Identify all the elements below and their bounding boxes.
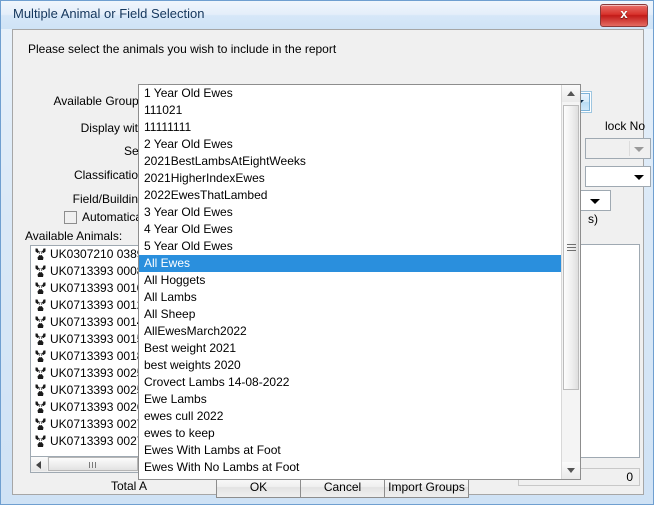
dropdown-option[interactable]: 5 Year Old Ewes [139,238,562,255]
animal-id-label: UK0713393 00276 [50,434,151,448]
sex-combo[interactable] [585,138,651,159]
dropdown-option[interactable]: 3 Year Old Ewes [139,204,562,221]
available-groups-dropdown-popup[interactable]: 1 Year Old Ewes 111021 11111111 2 Year Old … [138,84,581,480]
dropdown-option[interactable]: Best weight 2021 [139,340,562,357]
classification-combo[interactable] [585,166,651,187]
animal-id-label: UK0713393 00274 [50,417,151,431]
close-button[interactable]: x [600,4,648,27]
animal-id-label: UK0713393 00151 [50,332,151,346]
label-available-animals: Available Animals: [25,229,123,243]
animal-id-label: UK0713393 00103 [50,281,151,295]
selected-count-fragment: s) [588,212,598,226]
dropdown-option[interactable]: 2022EwesThatLambed [139,187,562,204]
scroll-up-button[interactable] [562,85,580,102]
chevron-down-icon [634,174,644,180]
scrollbar-thumb[interactable] [48,457,138,471]
animal-id-label: UK0713393 00184 [50,349,151,363]
label-available-groups: Available Groups: [53,94,149,108]
dropdown-option[interactable]: EwesToJacob2021 [139,476,562,479]
label-display-with: Display with: [80,121,148,135]
dialog-window: Multiple Animal or Field Selection x Ple… [0,0,654,505]
dropdown-option[interactable]: ewes cull 2022 [139,408,562,425]
auto-include-checkbox[interactable] [64,211,77,224]
window-title: Multiple Animal or Field Selection [13,6,205,21]
dropdown-option[interactable]: 11111111 [139,119,562,136]
dropdown-option[interactable]: 111021 [139,102,562,119]
instruction-text: Please select the animals you wish to in… [28,42,337,56]
sheep-icon [34,332,47,347]
dropdown-option[interactable]: All Lambs [139,289,562,306]
dropdown-option[interactable]: 1 Year Old Ewes [139,85,562,102]
sheep-icon [34,247,47,262]
scroll-down-button[interactable] [562,462,580,479]
animal-id-label: UK0713393 00141 [50,315,151,329]
sheep-icon [34,383,47,398]
dropdown-option[interactable]: ewes to keep [139,425,562,442]
selected-count-value: 0 [626,470,633,484]
combo-divider [629,141,630,156]
label-classification: Classification: [73,168,148,182]
dropdown-option[interactable]: Ewes With No Lambs at Foot [139,459,562,476]
dropdown-option[interactable]: Ewes With Lambs at Foot [139,442,562,459]
screenshot-root: Multiple Animal or Field Selection x Ple… [0,0,654,505]
sheep-icon [34,349,47,364]
sheep-icon [34,434,47,449]
animal-id-label: UK0713393 00121 [50,298,151,312]
total-animals-label: Total A [111,479,148,493]
title-bar: Multiple Animal or Field Selection x [1,1,653,29]
dropdown-option[interactable]: 2021HigherIndexEwes [139,170,562,187]
dropdown-option[interactable]: Ewe Lambs [139,391,562,408]
dropdown-option[interactable]: best weights 2020 [139,357,562,374]
label-field-building: Field/Building: [72,192,148,206]
sheep-icon [34,315,47,330]
dropdown-option-selected[interactable]: All Ewes [139,255,562,272]
sheep-icon [34,298,47,313]
grip-icon [89,462,97,468]
sheep-icon [34,400,47,415]
dropdown-option[interactable]: All Hoggets [139,272,562,289]
dropdown-option[interactable]: All Sheep [139,306,562,323]
scroll-left-button[interactable] [31,457,47,471]
animal-id-label: UK0713393 00254 [50,383,151,397]
label-flock-no: lock No [605,119,646,133]
dropdown-option[interactable]: Crovect Lambs 14-08-2022 [139,374,562,391]
close-icon: x [620,6,628,21]
sheep-icon [34,281,47,296]
dropdown-option-list[interactable]: 1 Year Old Ewes 111021 11111111 2 Year Old … [139,85,562,479]
animal-id-label: UK0307210 03896 [50,247,151,261]
label-sex: Sex: [123,144,148,158]
animal-id-label: UK0713393 00269 [50,400,151,414]
animal-id-label: UK0713393 00252 [50,366,151,380]
animal-id-label: UK0713393 00087 [50,264,151,278]
sheep-icon [34,366,47,381]
chevron-down-icon [590,198,600,204]
scrollbar-thumb[interactable] [563,105,579,390]
sheep-icon [34,417,47,432]
chevron-up-icon [567,91,575,96]
dropdown-option[interactable]: 4 Year Old Ewes [139,221,562,238]
chevron-down-icon [634,146,644,152]
dropdown-option[interactable]: 2 Year Old Ewes [139,136,562,153]
grip-icon [567,243,576,252]
chevron-down-icon [567,468,575,473]
dropdown-option[interactable]: 2021BestLambsAtEightWeeks [139,153,562,170]
field-building-combo[interactable] [579,190,611,211]
sheep-icon [34,264,47,279]
dropdown-vertical-scrollbar[interactable] [561,85,580,479]
chevron-left-icon [36,461,41,469]
dropdown-option[interactable]: AllEwesMarch2022 [139,323,562,340]
